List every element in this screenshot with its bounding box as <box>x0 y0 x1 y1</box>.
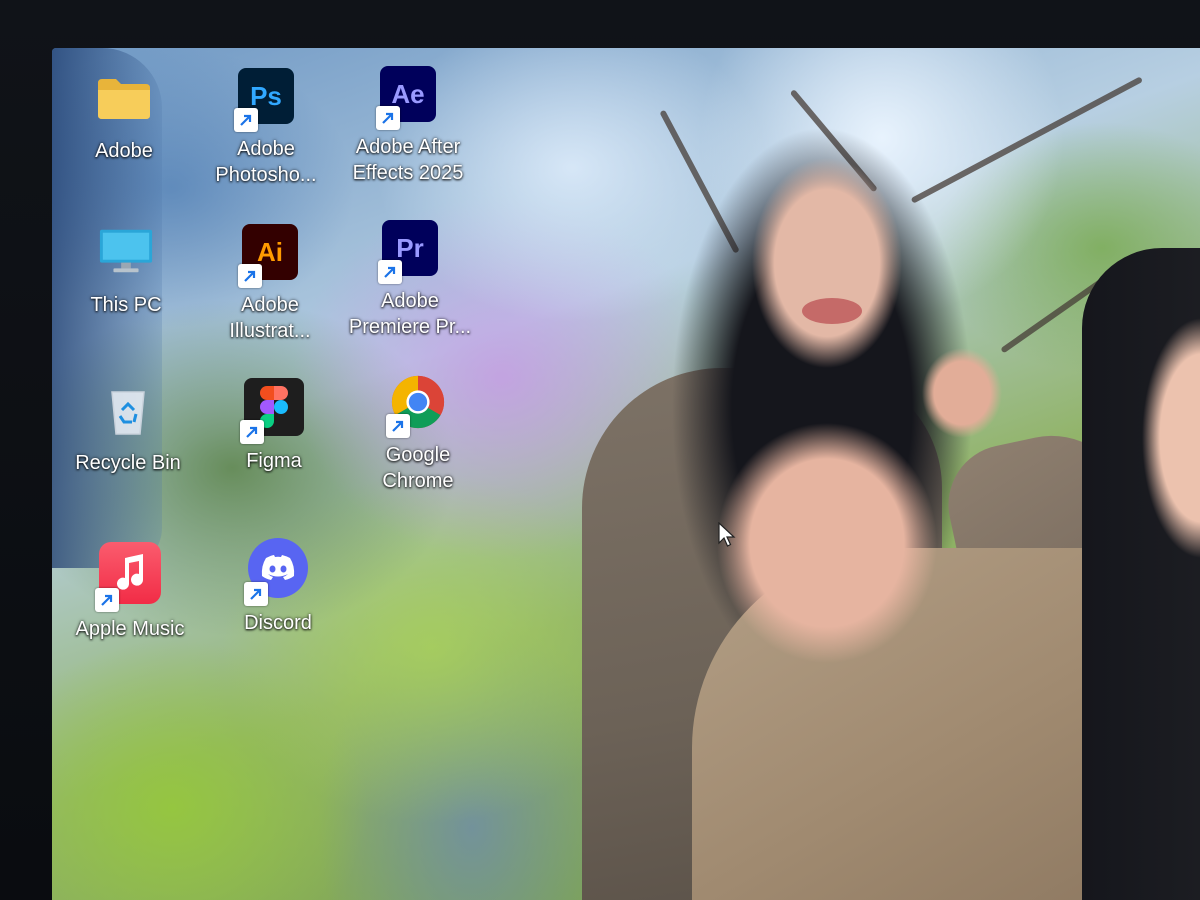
desktop-icon-recycle-bin[interactable]: Recycle Bin <box>60 382 196 476</box>
desktop-icon-after-effects[interactable]: Ae Adobe After Effects 2025 <box>340 66 476 186</box>
wallpaper-person-right-face <box>1132 318 1200 558</box>
figma-icon <box>240 378 304 444</box>
recycle-bin-icon <box>100 382 156 438</box>
icon-label: Figma <box>246 450 302 472</box>
shortcut-arrow-icon <box>240 420 264 444</box>
shortcut-arrow-icon <box>378 260 402 284</box>
icon-label-line2: Photosho... <box>215 164 317 186</box>
icon-label: Recycle Bin <box>75 452 181 474</box>
illustrator-icon: Ai <box>238 224 298 288</box>
discord-icon <box>244 538 308 606</box>
mouse-cursor-icon <box>718 522 736 547</box>
desktop-icon-premiere[interactable]: Pr Adobe Premiere Pr... <box>342 220 478 340</box>
icon-label-line1: Adobe <box>237 138 295 160</box>
folder-icon <box>96 70 152 126</box>
icon-label-line1: Adobe <box>381 290 439 312</box>
wallpaper-fist <box>922 348 1002 438</box>
desktop-icon-google-chrome[interactable]: Google Chrome <box>350 374 486 494</box>
shortcut-arrow-icon <box>238 264 262 288</box>
monitor-icon <box>98 224 154 280</box>
icon-label: Adobe <box>95 140 153 162</box>
after-effects-glyph: Ae <box>391 78 425 109</box>
premiere-glyph: Pr <box>396 232 424 263</box>
desktop-icon-photoshop[interactable]: Ps Adobe Photosho... <box>198 68 334 188</box>
icon-label-line1: Google <box>385 444 451 466</box>
premiere-icon: Pr <box>378 220 438 284</box>
icon-label-line2: Illustrat... <box>229 320 311 342</box>
wallpaper-raised-hand <box>712 418 942 668</box>
shortcut-arrow-icon <box>244 582 268 606</box>
desktop-icon-this-pc[interactable]: This PC <box>58 224 194 318</box>
chrome-icon <box>386 374 446 438</box>
photoshop-icon: Ps <box>234 68 294 132</box>
desktop-icon-discord[interactable]: Discord <box>210 538 346 636</box>
apple-music-icon <box>95 542 161 612</box>
desktop-icon-figma[interactable]: Figma <box>206 378 342 474</box>
shortcut-arrow-icon <box>376 106 400 130</box>
after-effects-icon: Ae <box>376 66 436 130</box>
icon-label-line2: Premiere Pr... <box>348 316 472 338</box>
icon-label: This PC <box>90 294 162 316</box>
illustrator-glyph: Ai <box>257 236 283 267</box>
icon-label-line1: Adobe After <box>355 136 461 158</box>
shortcut-arrow-icon <box>234 108 258 132</box>
shortcut-arrow-icon <box>95 588 119 612</box>
icon-label-line2: Chrome <box>382 470 454 492</box>
icon-label-line1: Adobe <box>241 294 299 316</box>
desktop-icon-apple-music[interactable]: Apple Music <box>62 542 198 642</box>
desktop-icon-illustrator[interactable]: Ai Adobe Illustrat... <box>202 224 338 344</box>
shortcut-arrow-icon <box>386 414 410 438</box>
desktop-icon-adobe-folder[interactable]: Adobe <box>56 70 192 164</box>
icon-label-line2: Effects 2025 <box>352 162 464 184</box>
desktop-screen[interactable]: Adobe This PC Recycle Bin Apple Music Ps… <box>52 48 1200 900</box>
wallpaper-person-left-face <box>752 158 902 368</box>
photoshop-glyph: Ps <box>250 80 282 111</box>
wallpaper-person-left-lips <box>802 298 862 324</box>
icon-label: Discord <box>244 612 312 634</box>
icon-label: Apple Music <box>75 618 185 640</box>
